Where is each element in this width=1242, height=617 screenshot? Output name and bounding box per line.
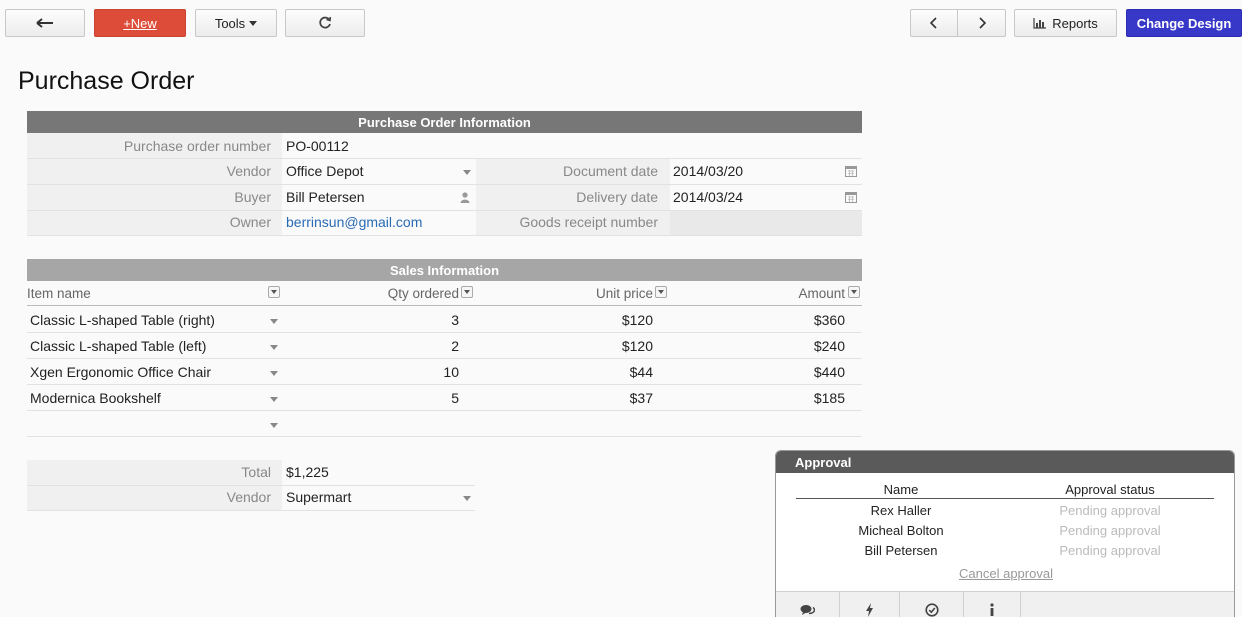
lightning-icon <box>866 602 873 617</box>
table-row-qty[interactable]: 3 <box>286 312 459 328</box>
table-row-amount: $440 <box>813 364 845 380</box>
item-dropdown-icon[interactable] <box>270 371 278 376</box>
calendar-icon[interactable] <box>845 165 857 177</box>
table-row-item[interactable]: Modernica Bookshelf <box>30 390 161 406</box>
approval-status-column: Approval status <box>1065 482 1155 497</box>
user-icon[interactable] <box>460 192 470 203</box>
qty-sort-icon[interactable] <box>461 286 473 298</box>
po-info-header: Purchase Order Information <box>27 111 862 133</box>
document-date-label: Document date <box>563 163 658 179</box>
approver-name: Rex Haller <box>870 503 932 518</box>
goods-receipt-label: Goods receipt number <box>519 214 658 230</box>
totals-vendor-select[interactable]: Supermart <box>286 489 351 505</box>
caret-down-icon <box>249 20 258 26</box>
approval-tab[interactable] <box>900 592 964 617</box>
table-row-qty[interactable]: 2 <box>286 338 459 354</box>
bar-chart-icon <box>1033 18 1047 29</box>
buyer-field[interactable]: Bill Petersen <box>286 189 365 205</box>
approver-status: Pending approval <box>1059 523 1161 538</box>
comments-icon <box>800 604 815 615</box>
total-value: $1,225 <box>286 464 329 480</box>
table-row-price[interactable]: $120 <box>476 312 653 328</box>
table-row-price[interactable]: $120 <box>476 338 653 354</box>
prev-record-button[interactable] <box>910 9 958 37</box>
info-icon <box>990 602 994 616</box>
refresh-button[interactable] <box>285 9 365 37</box>
table-row-item[interactable]: Classic L-shaped Table (left) <box>30 338 206 354</box>
change-design-label: Change Design <box>1136 15 1232 31</box>
approval-panel: Approval Name Approval status Rex Haller… <box>775 450 1235 617</box>
col-unit-price: Unit price <box>595 286 653 301</box>
change-design-button[interactable]: Change Design <box>1126 9 1242 37</box>
delivery-date-field[interactable]: 2014/03/24 <box>673 189 743 205</box>
table-row-qty[interactable]: 5 <box>286 390 459 406</box>
chevron-left-icon <box>930 17 937 29</box>
arrow-left-icon <box>36 18 53 28</box>
amount-sort-icon[interactable] <box>848 286 860 298</box>
approver-name: Bill Petersen <box>864 543 938 558</box>
sales-info-header: Sales Information <box>27 259 862 281</box>
owner-label: Owner <box>229 214 271 230</box>
vendor-select[interactable]: Office Depot <box>286 163 364 179</box>
buyer-label: Buyer <box>234 189 271 205</box>
calendar-icon[interactable] <box>845 191 857 203</box>
cancel-approval-link[interactable]: Cancel approval <box>776 566 1234 581</box>
totals-vendor-label: Vendor <box>226 489 271 505</box>
approver-status: Pending approval <box>1059 543 1161 558</box>
chevron-right-icon <box>978 17 986 29</box>
col-item-name: Item name <box>27 286 91 301</box>
document-date-field[interactable]: 2014/03/20 <box>673 163 743 179</box>
total-label: Total <box>241 464 271 480</box>
delivery-date-label: Delivery date <box>576 189 658 205</box>
new-button[interactable]: + New <box>94 9 186 37</box>
unit-price-sort-icon[interactable] <box>655 286 667 298</box>
actions-tab[interactable] <box>840 592 900 617</box>
vendor-dropdown-icon[interactable] <box>463 496 471 501</box>
owner-email-link[interactable]: berrinsun@gmail.com <box>286 214 422 230</box>
approver-status: Pending approval <box>1059 503 1161 518</box>
reports-button-label: Reports <box>1052 15 1098 31</box>
approval-footer <box>776 591 1234 617</box>
item-dropdown-icon[interactable] <box>270 423 278 428</box>
approver-name: Micheal Bolton <box>858 523 944 538</box>
po-number-label: Purchase order number <box>123 138 271 154</box>
reports-button[interactable]: Reports <box>1014 9 1117 37</box>
table-row-amount: $240 <box>813 338 845 354</box>
item-dropdown-icon[interactable] <box>270 345 278 350</box>
table-row-qty[interactable]: 10 <box>286 364 459 380</box>
new-button-label: New <box>130 15 157 31</box>
table-row-price[interactable]: $44 <box>476 364 653 380</box>
back-button[interactable] <box>5 9 85 37</box>
vendor-label: Vendor <box>226 163 271 179</box>
new-button-prefix: + <box>123 15 131 31</box>
col-amount: Amount <box>798 286 845 301</box>
approval-name-column: Name <box>883 482 919 497</box>
item-dropdown-icon[interactable] <box>270 397 278 402</box>
vendor-dropdown-icon[interactable] <box>463 170 471 175</box>
item-name-sort-icon[interactable] <box>268 286 280 298</box>
info-tab[interactable] <box>964 592 1021 617</box>
table-row-item[interactable]: Classic L-shaped Table (right) <box>30 312 215 328</box>
table-row-amount: $185 <box>813 390 845 406</box>
check-circle-icon <box>924 602 939 617</box>
item-dropdown-icon[interactable] <box>270 319 278 324</box>
po-number-value[interactable]: PO-00112 <box>286 138 349 154</box>
col-qty-ordered: Qty ordered <box>387 286 459 301</box>
comments-tab[interactable] <box>776 592 840 617</box>
table-row-price[interactable]: $37 <box>476 390 653 406</box>
tools-button-label: Tools <box>214 15 246 31</box>
table-row-item[interactable]: Xgen Ergonomic Office Chair <box>30 364 211 380</box>
refresh-icon <box>319 16 332 29</box>
page-title: Purchase Order <box>18 67 195 95</box>
approval-header: Approval <box>776 451 1234 473</box>
tools-button[interactable]: Tools <box>195 9 277 37</box>
next-record-button[interactable] <box>957 9 1006 37</box>
table-row-amount: $360 <box>813 312 845 328</box>
